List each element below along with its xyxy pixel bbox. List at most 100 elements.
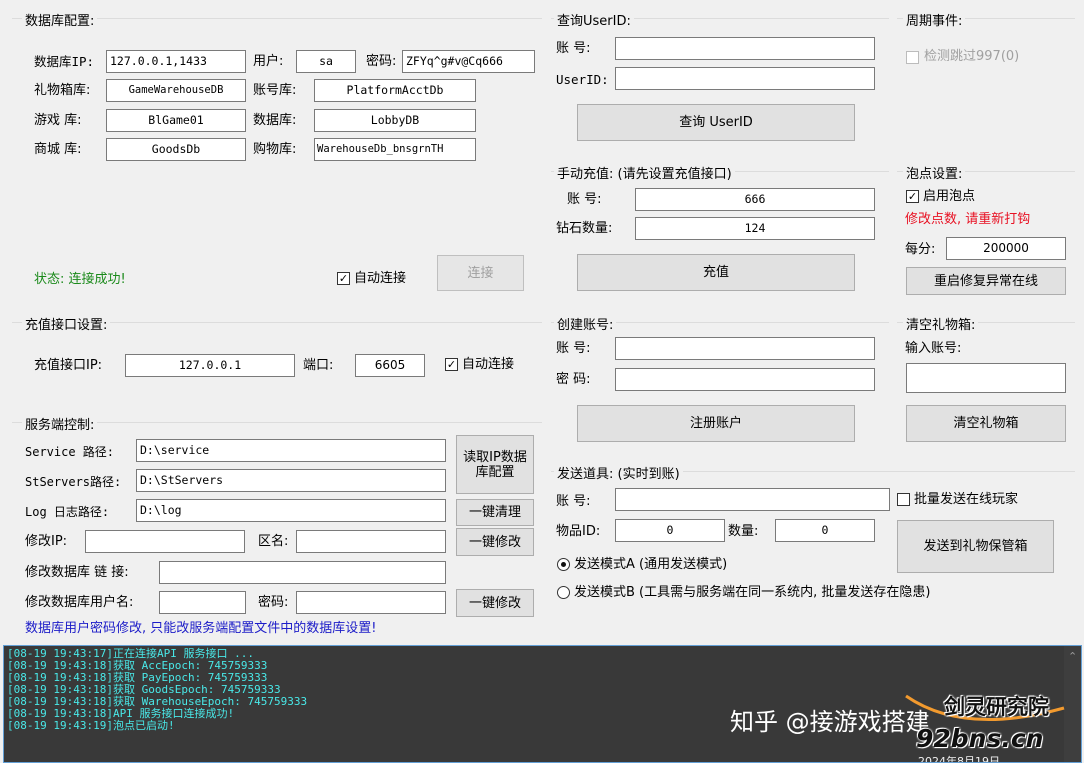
batch-send-checkbox[interactable] [897, 493, 910, 506]
mode-b-label: 发送模式B (工具需与服务端在同一系统内, 批量发送存在隐患) [574, 585, 931, 600]
log-path-label: Log 日志路径: [25, 505, 110, 519]
modify-db-pwd-label: 密码: [258, 595, 289, 610]
item-id-input[interactable]: 0 [615, 519, 725, 542]
game-db-label: 游戏 库: [34, 113, 82, 128]
quantity-label: 数量: [728, 524, 759, 539]
batch-send-label: 批量发送在线玩家 [914, 492, 1019, 507]
query-acct-label: 账 号: [556, 41, 591, 56]
one-key-clean-button[interactable]: 一键清理 [456, 499, 534, 526]
date-watermark: 2024年8月19日 [918, 755, 1000, 763]
modify-db-user-label: 修改数据库用户名: [25, 595, 134, 610]
modify-db-pwd-input[interactable] [296, 591, 446, 614]
bubble-warning: 修改点数, 请重新打钩 [905, 212, 1031, 227]
iface-port-label: 端口: [303, 358, 334, 373]
cart-db-label: 购物库: [253, 142, 297, 157]
db-pwd-input[interactable]: ZFYq^g#v@Cq666 [402, 50, 535, 73]
skip-997-checkbox[interactable] [906, 51, 919, 64]
recharge-button[interactable]: 充值 [577, 254, 855, 291]
zone-name-label: 区名: [258, 534, 289, 549]
acct-db-label: 账号库: [253, 83, 297, 98]
acct-db-input[interactable]: PlatformAcctDb [314, 79, 476, 102]
send-group-title: 发送道具: (实时到账) [554, 463, 683, 482]
diamond-input[interactable]: 124 [635, 217, 875, 240]
create-pwd-input[interactable] [615, 368, 875, 391]
send-to-gift-box-button[interactable]: 发送到礼物保管箱 [897, 520, 1054, 573]
radio-selected-dot [561, 562, 566, 567]
query-group-title: 查询UserID: [554, 10, 634, 29]
db-ip-label: 数据库IP: [34, 54, 95, 69]
clear-gift-button[interactable]: 清空礼物箱 [906, 405, 1066, 442]
recharge-acct-label: 账 号: [567, 192, 602, 207]
query-uid-label: UserID: [556, 72, 609, 87]
modify-db-link-input[interactable] [159, 561, 446, 584]
cycle-group-title: 周期事件: [903, 10, 966, 29]
stservers-path-input[interactable]: D:\StServers [136, 469, 446, 492]
zone-name-input[interactable] [296, 530, 446, 553]
send-acct-label: 账 号: [556, 494, 591, 509]
skip-997-label: 检测跳过997(0) [924, 49, 1020, 64]
shop-db-label: 商城 库: [34, 142, 82, 157]
game-db-input[interactable]: BlGame01 [106, 109, 246, 132]
iface-auto-connect-checkbox[interactable]: ✓ [445, 358, 458, 371]
enable-bubble-checkbox[interactable]: ✓ [906, 190, 919, 203]
db-user-label: 用户: [253, 54, 284, 69]
recharge-group-title: 手动充值: (请先设置充值接口) [554, 163, 735, 182]
clear-input-label: 输入账号: [905, 341, 962, 356]
recharge-acct-input[interactable]: 666 [635, 188, 875, 211]
one-key-modify-button[interactable]: 一键修改 [456, 528, 534, 556]
log-path-input[interactable]: D:\log [136, 499, 446, 522]
create-pwd-label: 密 码: [556, 372, 591, 387]
shop-db-input[interactable]: GoodsDb [106, 138, 246, 161]
connection-status: 状态: 连接成功! [34, 272, 126, 287]
connect-button[interactable]: 连接 [437, 255, 524, 291]
db-auto-connect-checkbox[interactable]: ✓ [337, 272, 350, 285]
query-acct-input[interactable] [615, 37, 875, 60]
per-minute-label: 每分: [905, 242, 936, 257]
stservers-path-label: StServers路径: [25, 475, 122, 489]
iface-ip-label: 充值接口IP: [34, 358, 103, 373]
create-acct-input[interactable] [615, 337, 875, 360]
data-db-input[interactable]: LobbyDB [314, 109, 476, 132]
service-path-label: Service 路径: [25, 445, 115, 459]
gift-db-input[interactable]: GameWarehouseDB [106, 79, 246, 102]
mode-a-radio[interactable] [557, 558, 570, 571]
service-path-input[interactable]: D:\service [136, 439, 446, 462]
query-userid-button[interactable]: 查询 UserID [577, 104, 855, 141]
diamond-label: 钻石数量: [556, 221, 613, 236]
modify-db-user-input[interactable] [159, 591, 246, 614]
scroll-up-arrow-icon[interactable]: ⌃ [1068, 650, 1077, 663]
modify-ip-input[interactable] [85, 530, 245, 553]
query-uid-input[interactable] [615, 67, 875, 90]
bubble-group-title: 泡点设置: [903, 163, 966, 182]
per-minute-input[interactable]: 200000 [946, 237, 1066, 260]
mode-a-label: 发送模式A (通用发送模式) [574, 557, 728, 572]
send-acct-input[interactable] [615, 488, 890, 511]
quantity-input[interactable]: 0 [775, 519, 875, 542]
one-key-modify-db-button[interactable]: 一键修改 [456, 589, 534, 617]
clear-group-title: 清空礼物箱: [903, 314, 979, 333]
read-ip-config-button[interactable]: 读取IP数据库配置 [456, 435, 534, 494]
register-button[interactable]: 注册账户 [577, 405, 855, 442]
iface-port-input[interactable]: 6605 [355, 354, 425, 377]
iface-ip-input[interactable]: 127.0.0.1 [125, 354, 295, 377]
mode-b-radio[interactable] [557, 586, 570, 599]
item-id-label: 物品ID: [556, 524, 601, 539]
modify-ip-label: 修改IP: [25, 534, 68, 549]
brand-watermark: 剑灵研究院 [944, 695, 1049, 719]
iface-auto-connect-label: 自动连接 [462, 357, 515, 372]
clear-acct-input[interactable] [906, 363, 1066, 393]
db-ip-input[interactable]: 127.0.0.1,1433 [106, 50, 246, 73]
iface-group-title: 充值接口设置: [22, 314, 111, 333]
db-pwd-label: 密码: [366, 54, 397, 69]
db-user-input[interactable]: sa [296, 50, 356, 73]
log-console[interactable]: [08-19 19:43:17]正在连接API 服务接口 ... [08-19 … [3, 645, 1082, 763]
zhihu-watermark: 知乎 @接游戏搭建 [730, 708, 930, 736]
restart-fix-button[interactable]: 重启修复异常在线 [906, 267, 1066, 295]
site-watermark: 92bns.cn [916, 724, 1044, 753]
data-db-label: 数据库: [253, 113, 297, 128]
enable-bubble-label: 启用泡点 [923, 189, 976, 204]
db-group-title: 数据库配置: [22, 10, 98, 29]
cart-db-input[interactable]: WarehouseDb_bnsgrnTH [314, 138, 476, 161]
modify-db-link-label: 修改数据库 链 接: [25, 565, 129, 580]
create-acct-label: 账 号: [556, 341, 591, 356]
